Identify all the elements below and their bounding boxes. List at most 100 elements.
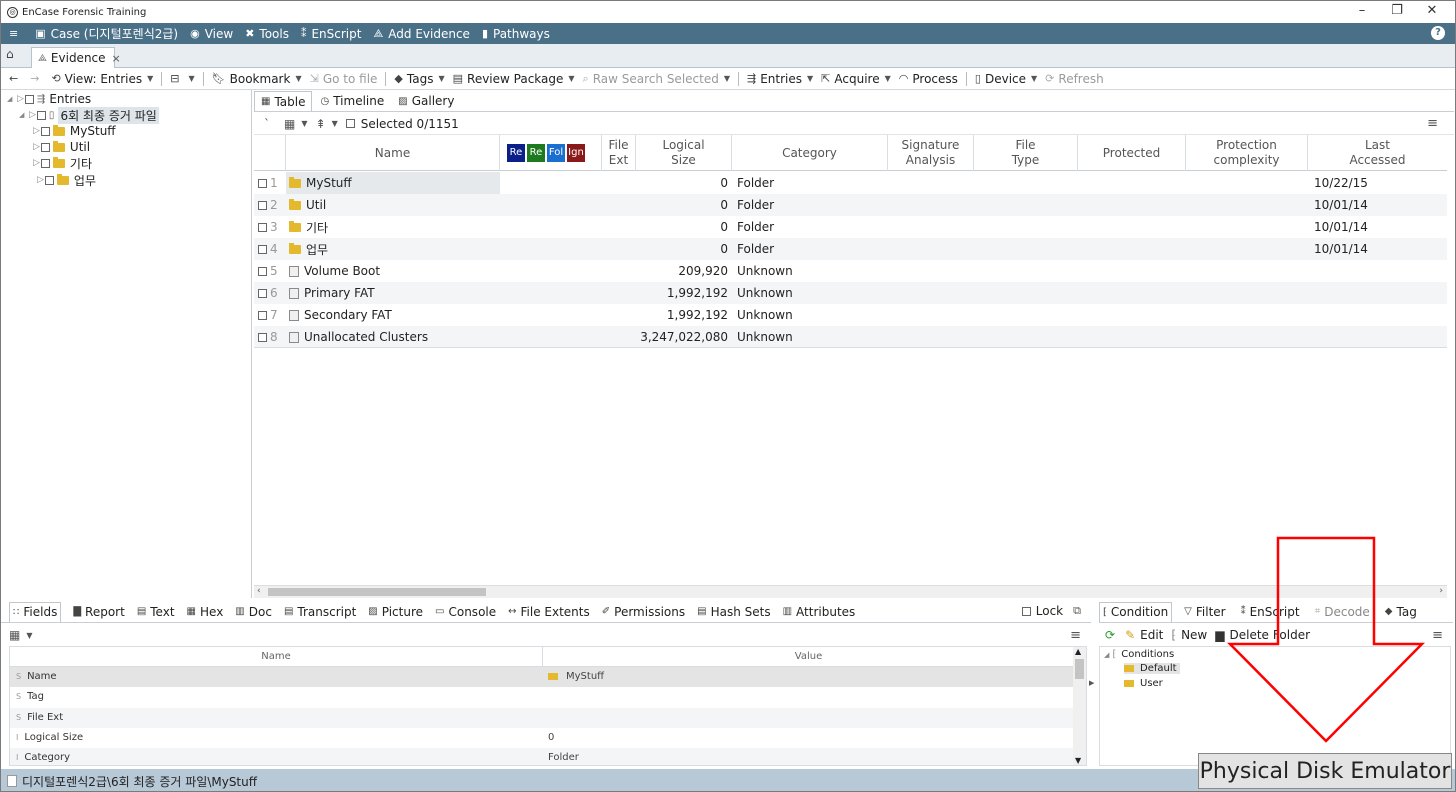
- edit-button[interactable]: Edit: [1140, 628, 1163, 642]
- follow-flag-box[interactable]: Fol: [547, 144, 565, 162]
- new-button[interactable]: New: [1181, 628, 1207, 642]
- process-button[interactable]: ◠ Process: [899, 72, 958, 86]
- review-flag-box[interactable]: Re: [527, 144, 545, 162]
- sort-icon[interactable]: ⇞: [316, 117, 326, 131]
- bookmark-dropdown[interactable]: 🔖︎ Bookmark ▼: [212, 72, 302, 86]
- scroll-left-icon[interactable]: ‹: [257, 586, 261, 596]
- restore-button[interactable]: ❐: [1382, 3, 1412, 18]
- tree-node-case[interactable]: ◢ ▷ ▯ 6회 최종 증거 파일: [19, 106, 159, 124]
- back-button[interactable]: ←: [9, 72, 22, 85]
- grid-options-icon[interactable]: ▦: [9, 628, 20, 642]
- tree-node-util[interactable]: ▷ Util: [31, 139, 90, 155]
- tree-checkbox[interactable]: [40, 158, 50, 168]
- go-to-file-button[interactable]: ⇲ Go to file: [310, 72, 378, 86]
- lock-checkbox[interactable]: [1021, 606, 1031, 616]
- tree-checkbox[interactable]: [36, 110, 46, 120]
- expand-icon[interactable]: ▷: [33, 158, 40, 168]
- refresh-button[interactable]: ⟳ Refresh: [1045, 72, 1104, 86]
- review-package-dropdown[interactable]: ▤ Review Package ▼: [453, 72, 575, 86]
- row-checkbox[interactable]: [258, 178, 267, 188]
- panel-menu-icon[interactable]: ≡: [1432, 628, 1443, 643]
- home-icon[interactable]: ⌂: [6, 47, 26, 67]
- table-row[interactable]: 6 Primary FAT 1,992,192 Unknown: [254, 282, 1447, 304]
- tree-node-conditions[interactable]: ◢ ⁅ Conditions: [1104, 649, 1174, 660]
- acquire-dropdown[interactable]: ⇱ Acquire ▼: [821, 72, 891, 86]
- scroll-thumb[interactable]: [1075, 659, 1084, 679]
- expand-arrow-icon[interactable]: ▶: [1089, 679, 1094, 687]
- tab-transcript[interactable]: ▤ Transcript: [284, 602, 356, 622]
- review-flag-box[interactable]: Re: [507, 144, 525, 162]
- table-row[interactable]: 8 Unallocated Clusters 3,247,022,080 Unknow…: [254, 326, 1447, 348]
- menu-pathways[interactable]: ▮ Pathways: [482, 27, 550, 41]
- row-checkbox[interactable]: [258, 244, 267, 254]
- view-entries-dropdown[interactable]: ⟲ View: Entries ▼: [51, 72, 153, 86]
- col-file-ext[interactable]: File Ext: [602, 135, 636, 171]
- tree-node-user[interactable]: User: [1124, 678, 1163, 689]
- menu-enscript[interactable]: ⁑ EnScript: [301, 27, 362, 41]
- col-signature-analysis[interactable]: Signature Analysis: [888, 135, 974, 171]
- lock-toggle[interactable]: Lock ⧉: [1021, 604, 1081, 618]
- chevron-down-icon[interactable]: ▼: [26, 631, 32, 640]
- row-checkbox[interactable]: [258, 200, 267, 210]
- field-row[interactable]: S Name MyStuff: [10, 667, 1074, 687]
- tab-text[interactable]: ▤ Text: [137, 602, 175, 622]
- hamburger-menu-icon[interactable]: ≡: [9, 27, 23, 40]
- tab-attributes[interactable]: ▥ Attributes: [783, 602, 856, 622]
- row-checkbox[interactable]: [258, 332, 267, 342]
- scroll-thumb[interactable]: [268, 588, 486, 596]
- field-row[interactable]: S File Ext: [10, 707, 1074, 728]
- expand-icon[interactable]: ▷: [33, 142, 40, 152]
- col-protected[interactable]: Protected: [1078, 135, 1186, 171]
- tab-picture[interactable]: ▨ Picture: [368, 602, 423, 622]
- row-checkbox[interactable]: [258, 310, 267, 320]
- help-icon[interactable]: ?: [1431, 26, 1445, 40]
- tree-checkbox[interactable]: [40, 126, 50, 136]
- close-button[interactable]: ✕: [1417, 3, 1447, 18]
- tab-filter[interactable]: ▽ Filter: [1181, 602, 1228, 622]
- entries-dropdown[interactable]: ⇶ Entries ▼: [747, 72, 813, 86]
- tab-console[interactable]: ▭ Console: [435, 602, 496, 622]
- field-row[interactable]: S Tag: [10, 687, 1074, 707]
- chevron-down-icon[interactable]: ▼: [332, 119, 338, 128]
- device-dropdown[interactable]: ▯ Device ▼: [975, 72, 1037, 86]
- col-category[interactable]: Category: [732, 135, 888, 171]
- ignore-flag-box[interactable]: Ign: [567, 144, 585, 162]
- table-row[interactable]: 5 Volume Boot 209,920 Unknown: [254, 260, 1447, 282]
- tree-node-entries[interactable]: ◢ ▷ ⇶ Entries: [7, 91, 91, 107]
- tags-dropdown[interactable]: ◆ Tags ▼: [394, 72, 444, 86]
- panel-menu-icon[interactable]: ≡: [1070, 628, 1081, 643]
- popout-icon[interactable]: ⧉: [1073, 604, 1081, 618]
- chevron-down-icon[interactable]: ▼: [301, 119, 307, 128]
- tab-timeline[interactable]: ◷ Timeline: [314, 91, 390, 111]
- col-last-accessed[interactable]: Last Accessed: [1308, 135, 1447, 171]
- tree-node-mystuff[interactable]: ▷ MyStuff: [31, 123, 116, 139]
- tab-doc[interactable]: ▥ Doc: [235, 602, 272, 622]
- expand-icon[interactable]: ▷: [37, 175, 44, 185]
- raw-search-selected-dropdown[interactable]: ⌕ Raw Search Selected ▼: [583, 72, 730, 86]
- collapse-icon[interactable]: ◢: [1104, 651, 1109, 659]
- grid-options-icon[interactable]: ▦: [284, 117, 295, 131]
- table-row[interactable]: 4 업무 0 Folder 10/01/14: [254, 238, 1447, 260]
- row-checkbox[interactable]: [258, 288, 267, 298]
- minimize-button[interactable]: –: [1347, 3, 1377, 18]
- scroll-down-icon[interactable]: ▼: [1075, 756, 1081, 765]
- refresh-icon[interactable]: ⟳: [1105, 628, 1115, 642]
- panel-menu-icon[interactable]: ≡: [1427, 116, 1438, 131]
- select-all-checkbox[interactable]: [345, 119, 355, 128]
- tab-condition[interactable]: ⁅ Condition: [1099, 601, 1173, 622]
- close-tab-icon[interactable]: ×: [112, 52, 121, 65]
- vertical-scrollbar[interactable]: ▲ ▼: [1073, 647, 1086, 765]
- tab-fields[interactable]: ∷ Fields: [9, 601, 62, 622]
- table-row[interactable]: 7 Secondary FAT 1,992,192 Unknown: [254, 304, 1447, 326]
- layout-dropdown[interactable]: ⊟ ▼: [170, 72, 194, 85]
- menu-case[interactable]: ▣ Case (디지털포렌식2급): [35, 25, 178, 42]
- scroll-right-icon[interactable]: ›: [1439, 586, 1443, 596]
- table-row[interactable]: 2 Util 0 Folder 10/01/14: [254, 194, 1447, 216]
- tree-checkbox[interactable]: [24, 94, 34, 104]
- tab-permissions[interactable]: ✐ Permissions: [602, 602, 685, 622]
- collapse-icon[interactable]: ◢: [19, 111, 27, 119]
- menu-view[interactable]: ◉ View: [190, 27, 233, 41]
- tab-file-extents[interactable]: ↔ File Extents: [508, 602, 590, 622]
- tab-evidence[interactable]: ⟁ Evidence ×: [31, 47, 121, 68]
- tree-node-other[interactable]: ▷ 기타: [31, 155, 92, 171]
